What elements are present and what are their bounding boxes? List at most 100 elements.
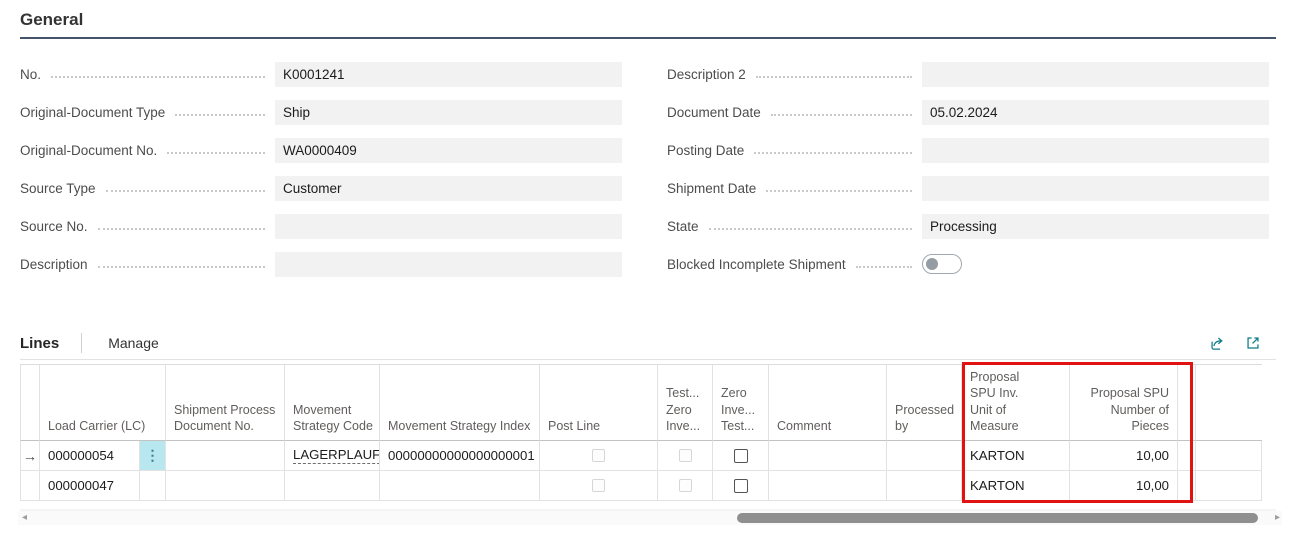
dotted-leader bbox=[98, 266, 265, 268]
header-text: Proposal SPU Inv. Unit of Measure bbox=[970, 369, 1034, 434]
zero-inventory-test-checkbox[interactable] bbox=[734, 479, 748, 493]
zero-inventory-test-cell[interactable] bbox=[713, 471, 769, 501]
dotted-leader bbox=[754, 152, 912, 154]
description-2-field[interactable] bbox=[922, 62, 1269, 87]
processed-by-cell[interactable] bbox=[887, 471, 962, 501]
zero-inventory-test-cell[interactable] bbox=[713, 441, 769, 471]
share-icon[interactable] bbox=[1208, 334, 1226, 352]
processed-by-cell[interactable] bbox=[887, 441, 962, 471]
shipment-process-document-no-cell[interactable] bbox=[166, 441, 285, 471]
state-value: Processing bbox=[930, 219, 997, 234]
spacer-cell bbox=[1178, 441, 1196, 471]
comment-cell[interactable] bbox=[769, 441, 887, 471]
dotted-leader bbox=[106, 190, 265, 192]
dotted-leader bbox=[756, 76, 912, 78]
proposal-spu-number-of-pieces-cell[interactable]: 10,00 bbox=[1070, 441, 1178, 471]
state-field[interactable]: Processing bbox=[922, 214, 1269, 239]
caption-separator bbox=[81, 333, 82, 353]
description-label: Description bbox=[20, 257, 88, 272]
active-row-marker-icon: → bbox=[20, 441, 40, 471]
caption-divider bbox=[20, 359, 1276, 360]
dotted-leader bbox=[709, 228, 912, 230]
movement-strategy-index-cell[interactable]: 00000000000000000001 bbox=[380, 441, 540, 471]
post-line-cell bbox=[540, 441, 658, 471]
manage-menu[interactable]: Manage bbox=[108, 335, 159, 351]
column-header-processed-by[interactable]: Processed by bbox=[887, 365, 962, 441]
horizontal-scrollbar[interactable]: ◂ ▸ bbox=[18, 511, 1282, 525]
document-date-field[interactable]: 05.02.2024 bbox=[922, 100, 1269, 125]
lines-tab[interactable]: Lines bbox=[20, 335, 59, 352]
load-carrier-cell[interactable]: 000000047 bbox=[40, 471, 140, 501]
scrollbar-thumb[interactable] bbox=[737, 513, 1258, 523]
proposal-spu-inv-unit-of-measure-cell[interactable]: KARTON bbox=[962, 471, 1070, 501]
row-menu-icon[interactable]: ⋮ bbox=[140, 441, 166, 471]
scroll-left-arrow-icon[interactable]: ◂ bbox=[22, 512, 27, 524]
shipment-date-field[interactable] bbox=[922, 176, 1269, 201]
original-document-type-value: Ship bbox=[283, 105, 310, 120]
document-date-value: 05.02.2024 bbox=[930, 105, 998, 120]
column-header-movement-strategy-code[interactable]: Movement Strategy Code bbox=[285, 365, 380, 441]
column-header-spacer bbox=[1178, 365, 1196, 441]
scroll-right-arrow-icon[interactable]: ▸ bbox=[1275, 512, 1280, 524]
dotted-leader bbox=[167, 152, 265, 154]
row-indicator-header bbox=[20, 365, 40, 441]
source-type-field[interactable]: Customer bbox=[275, 176, 622, 201]
table-row: → 000000054 ⋮ LAGERPLAUF... 000000000000… bbox=[20, 441, 1262, 471]
load-carrier-cell[interactable]: 000000054 bbox=[40, 441, 140, 471]
column-header-post-line[interactable]: Post Line bbox=[540, 365, 658, 441]
dotted-leader bbox=[771, 114, 912, 116]
row-marker bbox=[20, 471, 40, 501]
comment-cell[interactable] bbox=[769, 471, 887, 501]
zero-inventory-test-checkbox[interactable] bbox=[734, 449, 748, 463]
no-label: No. bbox=[20, 67, 41, 82]
test-zero-inventory-cell bbox=[658, 471, 713, 501]
spacer-cell bbox=[1178, 471, 1196, 501]
lines-section: Lines Manage Load bbox=[20, 330, 1276, 501]
original-document-type-label: Original-Document Type bbox=[20, 105, 165, 120]
description-field[interactable] bbox=[275, 252, 622, 277]
description-2-label: Description 2 bbox=[667, 67, 746, 82]
shipment-process-document-no-cell[interactable] bbox=[166, 471, 285, 501]
dotted-leader bbox=[175, 114, 265, 116]
original-document-type-field[interactable]: Ship bbox=[275, 100, 622, 125]
header-text: Proposal SPU Number of Pieces bbox=[1087, 385, 1169, 434]
original-document-no-label: Original-Document No. bbox=[20, 143, 157, 158]
movement-strategy-code-link[interactable]: LAGERPLAUF... bbox=[293, 447, 380, 464]
test-zero-inventory-checkbox bbox=[679, 479, 692, 492]
original-document-no-field[interactable]: WA0000409 bbox=[275, 138, 622, 163]
column-header-proposal-spu-inv-unit-of-measure[interactable]: Proposal SPU Inv. Unit of Measure bbox=[962, 365, 1070, 441]
column-header-test-zero-inventory[interactable]: Test... Zero Inve... bbox=[658, 365, 713, 441]
shipment-date-label: Shipment Date bbox=[667, 181, 756, 196]
blocked-incomplete-shipment-toggle[interactable] bbox=[922, 254, 962, 274]
row-menu-cell[interactable] bbox=[140, 471, 166, 501]
column-header-comment[interactable]: Comment bbox=[769, 365, 887, 441]
table-row: 000000047 KARTON 10,00 bbox=[20, 471, 1262, 501]
column-header-zero-inventory-test[interactable]: Zero Inve... Test... bbox=[713, 365, 769, 441]
source-no-label: Source No. bbox=[20, 219, 88, 234]
post-line-checkbox bbox=[592, 449, 605, 462]
column-header-filler bbox=[1196, 365, 1262, 441]
filler-cell bbox=[1196, 441, 1262, 471]
proposal-spu-number-of-pieces-cell[interactable]: 10,00 bbox=[1070, 471, 1178, 501]
post-line-checkbox bbox=[592, 479, 605, 492]
lines-table: Load Carrier (LC) Shipment Process Docum… bbox=[20, 364, 1262, 501]
focus-mode-icon[interactable] bbox=[1244, 334, 1262, 352]
column-header-shipment-process-document-no[interactable]: Shipment Process Document No. bbox=[166, 365, 285, 441]
movement-strategy-index-cell[interactable] bbox=[380, 471, 540, 501]
source-type-label: Source Type bbox=[20, 181, 96, 196]
movement-strategy-code-cell[interactable]: LAGERPLAUF... bbox=[285, 441, 380, 471]
source-no-field[interactable] bbox=[275, 214, 622, 239]
posting-date-field[interactable] bbox=[922, 138, 1269, 163]
column-header-load-carrier[interactable]: Load Carrier (LC) bbox=[40, 365, 166, 441]
dotted-leader bbox=[98, 228, 265, 230]
movement-strategy-code-cell[interactable] bbox=[285, 471, 380, 501]
no-field[interactable]: K0001241 bbox=[275, 62, 622, 87]
column-header-movement-strategy-index[interactable]: Movement Strategy Index bbox=[380, 365, 540, 441]
proposal-spu-inv-unit-of-measure-cell[interactable]: KARTON bbox=[962, 441, 1070, 471]
dotted-leader bbox=[766, 190, 912, 192]
source-type-value: Customer bbox=[283, 181, 342, 196]
general-section-title[interactable]: General bbox=[20, 6, 1276, 37]
dotted-leader bbox=[856, 266, 912, 268]
column-header-proposal-spu-number-of-pieces[interactable]: Proposal SPU Number of Pieces bbox=[1070, 365, 1178, 441]
document-date-label: Document Date bbox=[667, 105, 761, 120]
